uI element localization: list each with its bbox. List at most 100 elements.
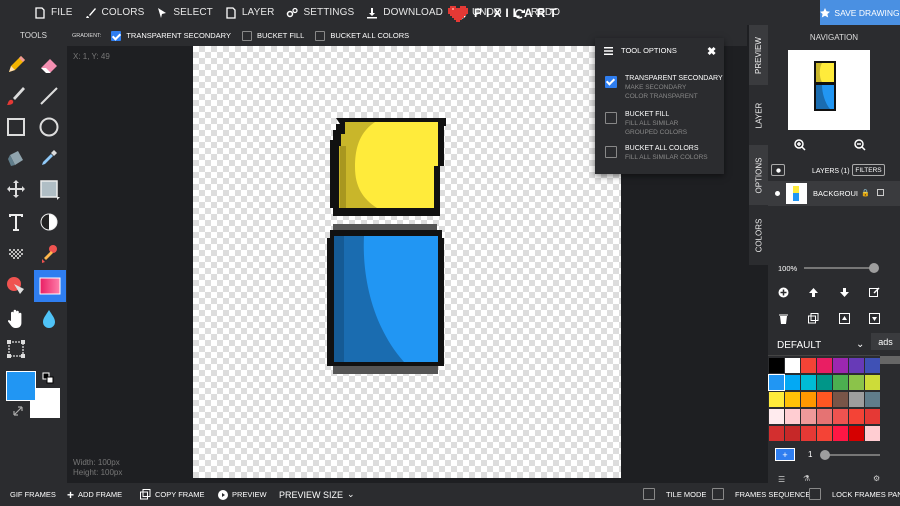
- palette-swatch[interactable]: [817, 358, 832, 373]
- palette-swatch[interactable]: [785, 426, 800, 441]
- palette-swatch[interactable]: [801, 426, 816, 441]
- rectangle-tool[interactable]: [1, 112, 31, 142]
- navigation-thumbnail[interactable]: [788, 50, 870, 130]
- palette-swatch[interactable]: [833, 375, 848, 390]
- lock-icon[interactable]: 🔒: [861, 189, 870, 197]
- reset-colors-icon[interactable]: [12, 405, 24, 417]
- palette-swatch[interactable]: [801, 358, 816, 373]
- palette-swatch[interactable]: [865, 409, 880, 424]
- palette-swatch[interactable]: [817, 426, 832, 441]
- palette-swatch[interactable]: [768, 374, 785, 391]
- bucket-tool[interactable]: [1, 143, 31, 173]
- menu-download[interactable]: DOWNLOAD: [360, 0, 449, 25]
- text-tool[interactable]: [1, 207, 31, 237]
- edit-layer-icon[interactable]: [869, 287, 880, 301]
- blur-tool[interactable]: [34, 304, 64, 334]
- save-drawing-button[interactable]: SAVE DRAWING: [820, 0, 900, 25]
- option-transparent-secondary[interactable]: TRANSPARENT SECONDARY MAKE SECONDARY COL…: [605, 74, 723, 101]
- move-layer-down-icon[interactable]: [839, 287, 850, 301]
- menu-file[interactable]: FILE: [28, 0, 79, 25]
- palette-swatch[interactable]: [769, 392, 784, 407]
- gradient-tool[interactable]: [34, 270, 66, 302]
- palette-swatch[interactable]: [865, 392, 880, 407]
- palette-swatch[interactable]: [865, 358, 880, 373]
- palette-swatch[interactable]: [817, 392, 832, 407]
- palette-swatch[interactable]: [849, 375, 864, 390]
- brush-size-thumb[interactable]: [820, 450, 830, 460]
- dither-tool[interactable]: [1, 239, 31, 269]
- preview-size-dropdown[interactable]: PREVIEW SIZE ⌄: [279, 489, 355, 500]
- palette-header[interactable]: DEFAULT ⌄: [768, 335, 880, 356]
- move-layer-up-icon[interactable]: [808, 287, 819, 301]
- brush-size-track[interactable]: [824, 454, 880, 456]
- palette-swatch[interactable]: [817, 375, 832, 390]
- layer-settings-icon[interactable]: [771, 164, 785, 176]
- transparent-secondary-checkbox[interactable]: [111, 30, 122, 41]
- palette-swatch[interactable]: [849, 358, 864, 373]
- brush-tool[interactable]: [1, 81, 31, 111]
- preview-button[interactable]: PREVIEW: [218, 489, 267, 500]
- tile-mode-checkbox[interactable]: [643, 488, 655, 500]
- bucket-all-colors-checkbox[interactable]: [315, 30, 326, 41]
- shade-tool[interactable]: [34, 207, 64, 237]
- palette-swatch[interactable]: [769, 409, 784, 424]
- line-tool[interactable]: [34, 81, 64, 111]
- zoom-out-icon[interactable]: [854, 139, 866, 154]
- palette-swatch[interactable]: [785, 375, 800, 390]
- option-bucket-all-colors[interactable]: BUCKET ALL COLORS FILL ALL SIMILAR COLOR…: [605, 144, 710, 162]
- palette-swatch[interactable]: [801, 409, 816, 424]
- layer-row[interactable]: BACKGROUI 🔒: [768, 181, 900, 206]
- tab-preview[interactable]: PREVIEW: [749, 25, 768, 85]
- palette-swatch[interactable]: [833, 392, 848, 407]
- flask-icon[interactable]: ⚗: [803, 474, 810, 483]
- option-transparent-secondary-checkbox[interactable]: [605, 76, 617, 88]
- merge-up-icon[interactable]: [839, 313, 850, 327]
- pencil-tool[interactable]: [1, 50, 31, 80]
- palette-swatch[interactable]: [865, 426, 880, 441]
- palette-swatch[interactable]: [849, 392, 864, 407]
- eyedropper-tool[interactable]: [34, 143, 64, 173]
- menu-select[interactable]: SELECT: [150, 0, 219, 25]
- option-bucket-all-colors-checkbox[interactable]: [605, 146, 617, 158]
- close-icon[interactable]: ✖: [707, 45, 716, 58]
- filters-button[interactable]: FILTERS: [852, 164, 885, 176]
- delete-layer-icon[interactable]: [778, 313, 789, 327]
- palette-swatch[interactable]: [817, 409, 832, 424]
- primary-color-swatch[interactable]: [6, 371, 36, 401]
- swap-colors-icon[interactable]: [42, 372, 54, 384]
- eraser-tool[interactable]: [34, 50, 64, 80]
- palette-swatch[interactable]: [833, 426, 848, 441]
- layer-visibility-dot[interactable]: [775, 191, 780, 196]
- palette-swatch[interactable]: [833, 409, 848, 424]
- palette-swatch[interactable]: [849, 409, 864, 424]
- opacity-slider-thumb[interactable]: [869, 263, 879, 273]
- frames-sequence-checkbox[interactable]: [712, 488, 724, 500]
- settings-icon[interactable]: ⚙: [873, 474, 880, 483]
- menu-settings[interactable]: SETTINGS: [280, 0, 360, 25]
- stamp-tool[interactable]: [34, 239, 64, 269]
- crop-tool[interactable]: [1, 334, 31, 364]
- tab-options[interactable]: OPTIONS: [749, 145, 768, 205]
- menu-layer[interactable]: LAYER: [219, 0, 281, 25]
- add-layer-icon[interactable]: [778, 287, 789, 301]
- palette-swatch[interactable]: [785, 358, 800, 373]
- lighten-tool[interactable]: [1, 270, 31, 300]
- palette-scrollbar[interactable]: [880, 356, 900, 364]
- palette-swatch[interactable]: [785, 392, 800, 407]
- layer-select-checkbox[interactable]: [877, 189, 884, 196]
- bucket-fill-checkbox[interactable]: [241, 30, 252, 41]
- option-bucket-fill-checkbox[interactable]: [605, 112, 617, 124]
- option-bucket-fill[interactable]: BUCKET FILL FILL ALL SIMILAR GROUPED COL…: [605, 110, 710, 137]
- zoom-in-icon[interactable]: [794, 139, 806, 154]
- add-frame-button[interactable]: + ADD FRAME: [67, 488, 122, 502]
- copy-frame-button[interactable]: COPY FRAME: [140, 489, 204, 500]
- move-tool[interactable]: [1, 174, 31, 204]
- palette-swatch[interactable]: [849, 426, 864, 441]
- palette-swatch[interactable]: [785, 409, 800, 424]
- circle-tool[interactable]: [34, 112, 64, 142]
- palette-swatch[interactable]: [801, 375, 816, 390]
- drawing-canvas[interactable]: [193, 46, 621, 478]
- tab-layer[interactable]: LAYER: [749, 85, 768, 145]
- palette-swatch[interactable]: [833, 358, 848, 373]
- merge-down-icon[interactable]: [869, 313, 880, 327]
